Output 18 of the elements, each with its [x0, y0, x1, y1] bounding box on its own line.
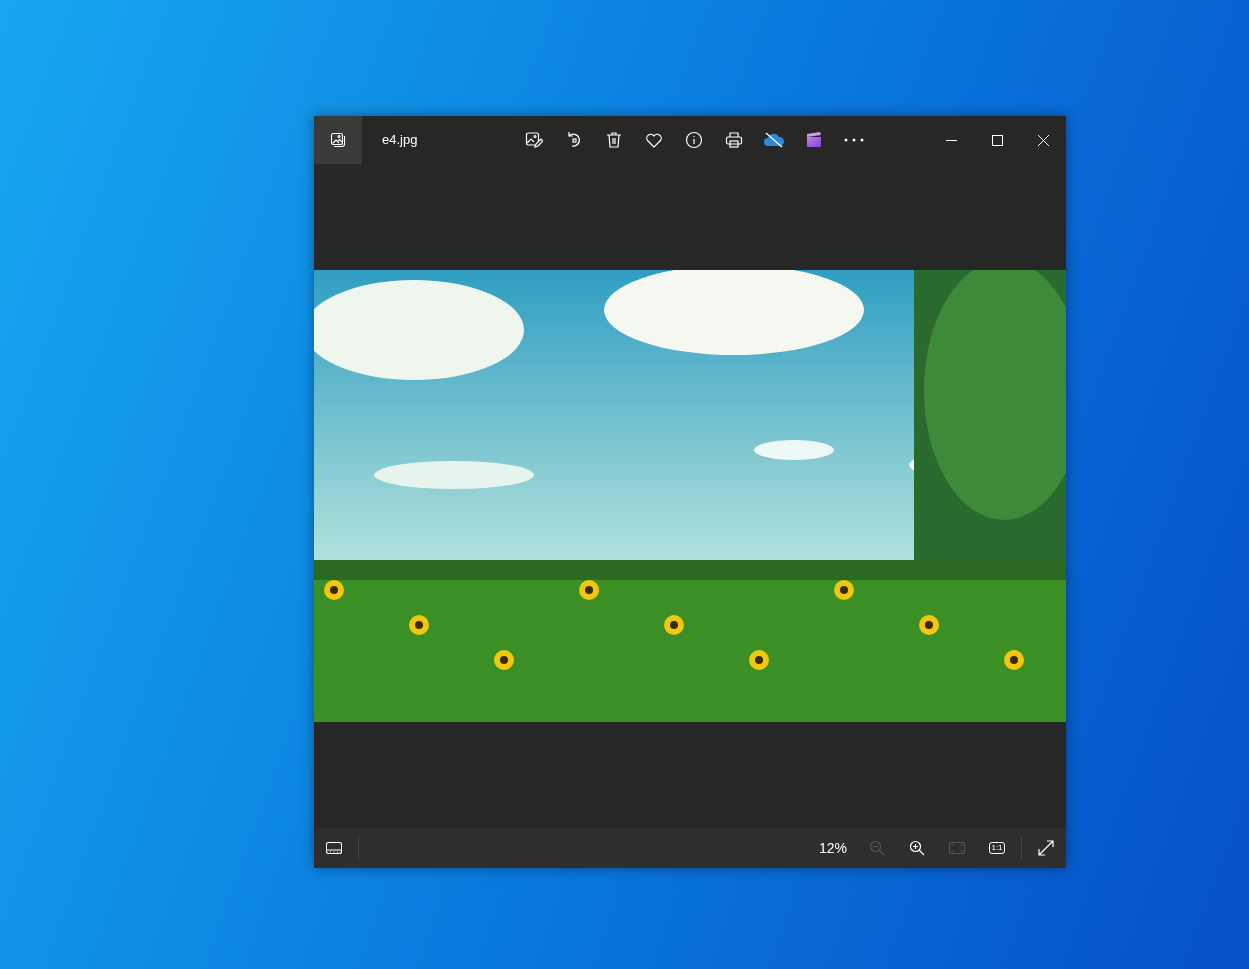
- print-icon: [725, 131, 743, 149]
- photo-icon: [330, 132, 346, 148]
- zoom-level: 12%: [818, 838, 847, 858]
- maximize-icon: [991, 134, 1003, 146]
- close-icon: [1037, 134, 1049, 146]
- actual-size-button[interactable]: 1:1: [977, 828, 1017, 868]
- edit-image-icon: [525, 131, 543, 149]
- cloud-off-icon: [763, 132, 785, 148]
- window-title: e4.jpg: [382, 131, 419, 150]
- video-editor-icon: [805, 131, 823, 149]
- more-icon: [844, 138, 864, 142]
- app-icon[interactable]: [314, 116, 362, 164]
- filmstrip-icon: [326, 841, 342, 855]
- rotate-icon: [565, 131, 583, 149]
- info-icon: [685, 131, 703, 149]
- delete-icon: [605, 131, 623, 149]
- expand-icon: [1038, 840, 1054, 856]
- heart-icon: [645, 131, 663, 149]
